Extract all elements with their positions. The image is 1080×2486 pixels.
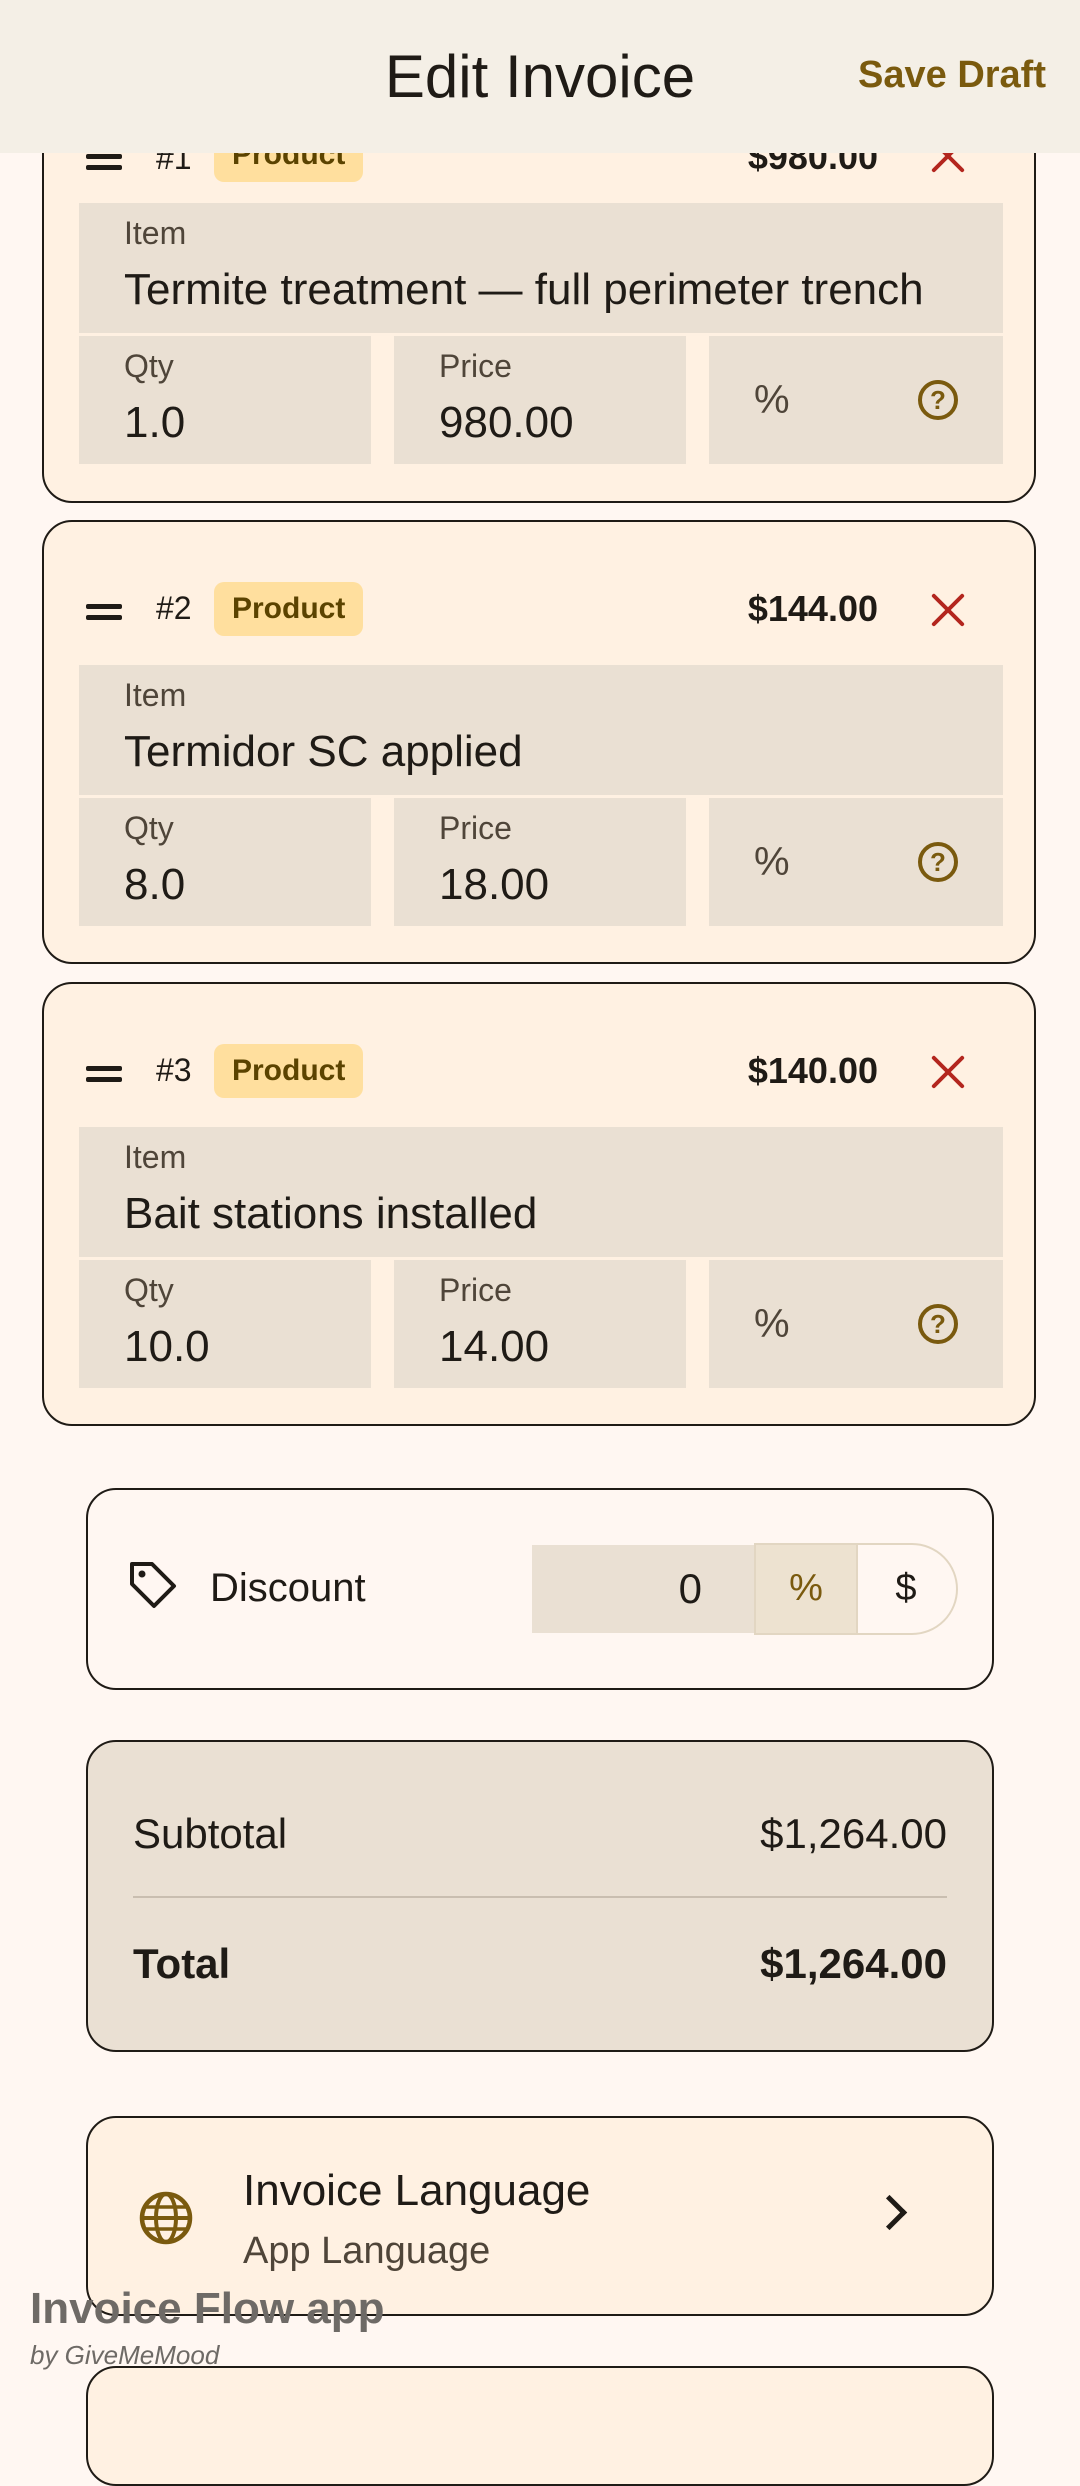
percent-label: % — [754, 1302, 790, 1346]
qty-field[interactable]: Qty 8.0 — [79, 798, 371, 926]
save-draft-button[interactable]: Save Draft — [858, 54, 1046, 97]
qty-field[interactable]: Qty 1.0 — [79, 336, 371, 464]
totals-summary: Subtotal $1,264.00 Total $1,264.00 — [86, 1740, 994, 2052]
discount-percent-option[interactable]: % — [756, 1545, 858, 1633]
qty-field[interactable]: Qty 10.0 — [79, 1260, 371, 1388]
close-icon[interactable] — [930, 592, 966, 628]
discount-label: Discount — [210, 1566, 366, 1610]
tag-icon — [130, 1562, 176, 1608]
price-field[interactable]: Price 980.00 — [394, 336, 686, 464]
line-item-card: #3 Product $140.00 Item Bait stations in… — [42, 982, 1036, 1426]
item-type-badge: Product — [214, 582, 364, 636]
line-item-header: #3 Product $140.00 — [44, 984, 1034, 1104]
total-value: $1,264.00 — [760, 1940, 947, 1987]
subtotal-value: $1,264.00 — [760, 1810, 947, 1857]
qty-value: 1.0 — [124, 398, 186, 447]
drag-handle-icon[interactable] — [86, 1062, 122, 1086]
price-value: 18.00 — [439, 860, 550, 909]
item-value: Termidor SC applied — [124, 727, 523, 776]
globe-icon — [139, 2191, 193, 2245]
close-icon[interactable] — [930, 1054, 966, 1090]
price-label: Price — [439, 810, 512, 846]
qty-value: 8.0 — [124, 860, 186, 909]
item-label: Item — [124, 215, 187, 251]
item-field[interactable]: Item Termidor SC applied — [79, 665, 1003, 795]
qty-label: Qty — [124, 810, 174, 846]
line-item-header: #2 Product $144.00 — [44, 522, 1034, 642]
price-label: Price — [439, 348, 512, 384]
item-field[interactable]: Item Bait stations installed — [79, 1127, 1003, 1257]
chevron-right-icon — [871, 2194, 908, 2231]
total-label: Total — [133, 1940, 231, 1987]
line-item-number: #3 — [156, 1052, 192, 1088]
next-section-card — [86, 2366, 994, 2486]
percent-label: % — [754, 378, 790, 422]
app-bar: Edit Invoice Save Draft — [0, 0, 1080, 153]
item-value: Termite treatment — full perimeter trenc… — [124, 265, 924, 314]
price-field[interactable]: Price 18.00 — [394, 798, 686, 926]
price-value: 980.00 — [439, 398, 574, 447]
item-type-badge: Product — [214, 1044, 364, 1098]
percent-label: % — [754, 840, 790, 884]
item-value: Bait stations installed — [124, 1189, 538, 1238]
percent-field[interactable]: % ? — [709, 798, 1003, 926]
line-item-number: #2 — [156, 590, 192, 626]
percent-field[interactable]: % ? — [709, 336, 1003, 464]
discount-input[interactable]: 0 — [532, 1545, 754, 1633]
qty-label: Qty — [124, 348, 174, 384]
help-circle-icon[interactable]: ? — [918, 380, 958, 420]
drag-handle-icon[interactable] — [86, 600, 122, 624]
watermark-name: Invoice Flow app — [30, 2284, 385, 2333]
subtotal-label: Subtotal — [133, 1810, 288, 1857]
price-value: 14.00 — [439, 1322, 550, 1371]
percent-field[interactable]: % ? — [709, 1260, 1003, 1388]
line-item-amount: $144.00 — [747, 588, 878, 629]
price-label: Price — [439, 1272, 512, 1308]
help-circle-icon[interactable]: ? — [918, 842, 958, 882]
subtotal-row: Subtotal $1,264.00 — [133, 1810, 947, 1858]
divider — [133, 1896, 947, 1898]
help-circle-icon[interactable]: ? — [918, 1304, 958, 1344]
invoice-language-value: App Language — [243, 2230, 491, 2272]
item-label: Item — [124, 1139, 187, 1175]
invoice-language-title: Invoice Language — [243, 2166, 591, 2215]
watermark: Invoice Flow app by GiveMeMood — [30, 2284, 385, 2371]
qty-value: 10.0 — [124, 1322, 210, 1371]
discount-dollar-option[interactable]: $ — [856, 1545, 956, 1633]
line-item-card: #2 Product $144.00 Item Termidor SC appl… — [42, 520, 1036, 964]
drag-handle-icon[interactable] — [86, 150, 122, 174]
item-field[interactable]: Item Termite treatment — full perimeter … — [79, 203, 1003, 333]
item-label: Item — [124, 677, 187, 713]
qty-label: Qty — [124, 1272, 174, 1308]
total-row: Total $1,264.00 — [133, 1940, 947, 1988]
watermark-byline: by GiveMeMood — [30, 2340, 220, 2370]
price-field[interactable]: Price 14.00 — [394, 1260, 686, 1388]
line-item-amount: $140.00 — [747, 1050, 878, 1091]
discount-mode-toggle: % $ — [754, 1543, 958, 1635]
discount-row: Discount 0 % $ — [86, 1488, 994, 1690]
